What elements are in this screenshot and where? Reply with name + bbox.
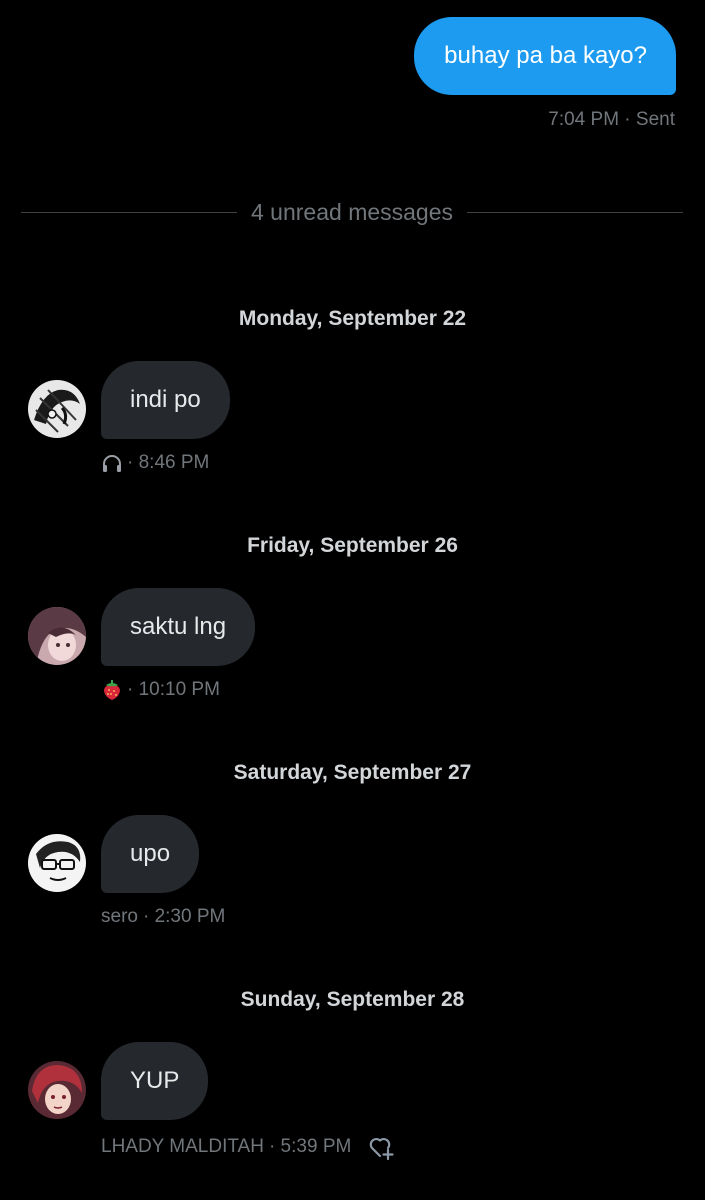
message-bubble[interactable]: YUP <box>101 1042 209 1120</box>
date-separator: Monday, September 22 <box>238 307 467 330</box>
sent-message-bubble[interactable]: buhay pa ba kayo? <box>414 17 676 95</box>
divider-line-right <box>467 211 684 213</box>
message-time: · 10:10 PM <box>127 679 220 700</box>
message-time: · 8:46 PM <box>127 452 210 473</box>
message-bubble[interactable]: indi po <box>101 361 230 439</box>
date-separator: Sunday, September 28 <box>240 988 465 1011</box>
sender-name[interactable]: LHADY MALDITAH <box>101 1136 264 1158</box>
avatar[interactable] <box>28 1061 86 1119</box>
received-message: YUP LHADY MALDITAH · 5:39 PM <box>28 1042 397 1161</box>
headphones-icon <box>101 453 123 473</box>
avatar[interactable] <box>28 607 86 665</box>
message-bubble[interactable]: upo <box>101 815 200 893</box>
date-separator: Friday, September 26 <box>247 534 458 557</box>
message-bubble[interactable]: saktu lng <box>101 588 256 666</box>
sent-message-meta: 7:04 PM · Sent <box>548 109 675 130</box>
message-time: · 5:39 PM <box>268 1136 352 1157</box>
unread-divider: 4 unread messages <box>21 196 684 228</box>
add-reaction-icon[interactable] <box>367 1133 397 1161</box>
received-message: indi po · 8:46 PM <box>28 361 230 474</box>
strawberry-emoji <box>101 679 123 701</box>
avatar[interactable] <box>28 380 86 438</box>
message-meta: · 8:46 PM <box>101 452 230 474</box>
sent-message: buhay pa ba kayo? 7:04 PM · Sent <box>414 17 676 131</box>
unread-label: 4 unread messages <box>251 198 454 225</box>
received-message: upo sero · 2:30 PM <box>28 815 225 928</box>
avatar[interactable] <box>28 834 86 892</box>
message-meta: · 10:10 PM <box>101 679 255 701</box>
divider-line-left <box>21 211 237 213</box>
sender-name[interactable]: sero <box>101 906 138 928</box>
message-time: · 2:30 PM <box>142 906 226 927</box>
received-message: saktu lng · 10:10 PM <box>28 588 256 701</box>
date-separator: Saturday, September 27 <box>233 761 472 784</box>
message-meta: LHADY MALDITAH · 5:39 PM <box>101 1133 397 1161</box>
message-meta: sero · 2:30 PM <box>101 906 225 928</box>
